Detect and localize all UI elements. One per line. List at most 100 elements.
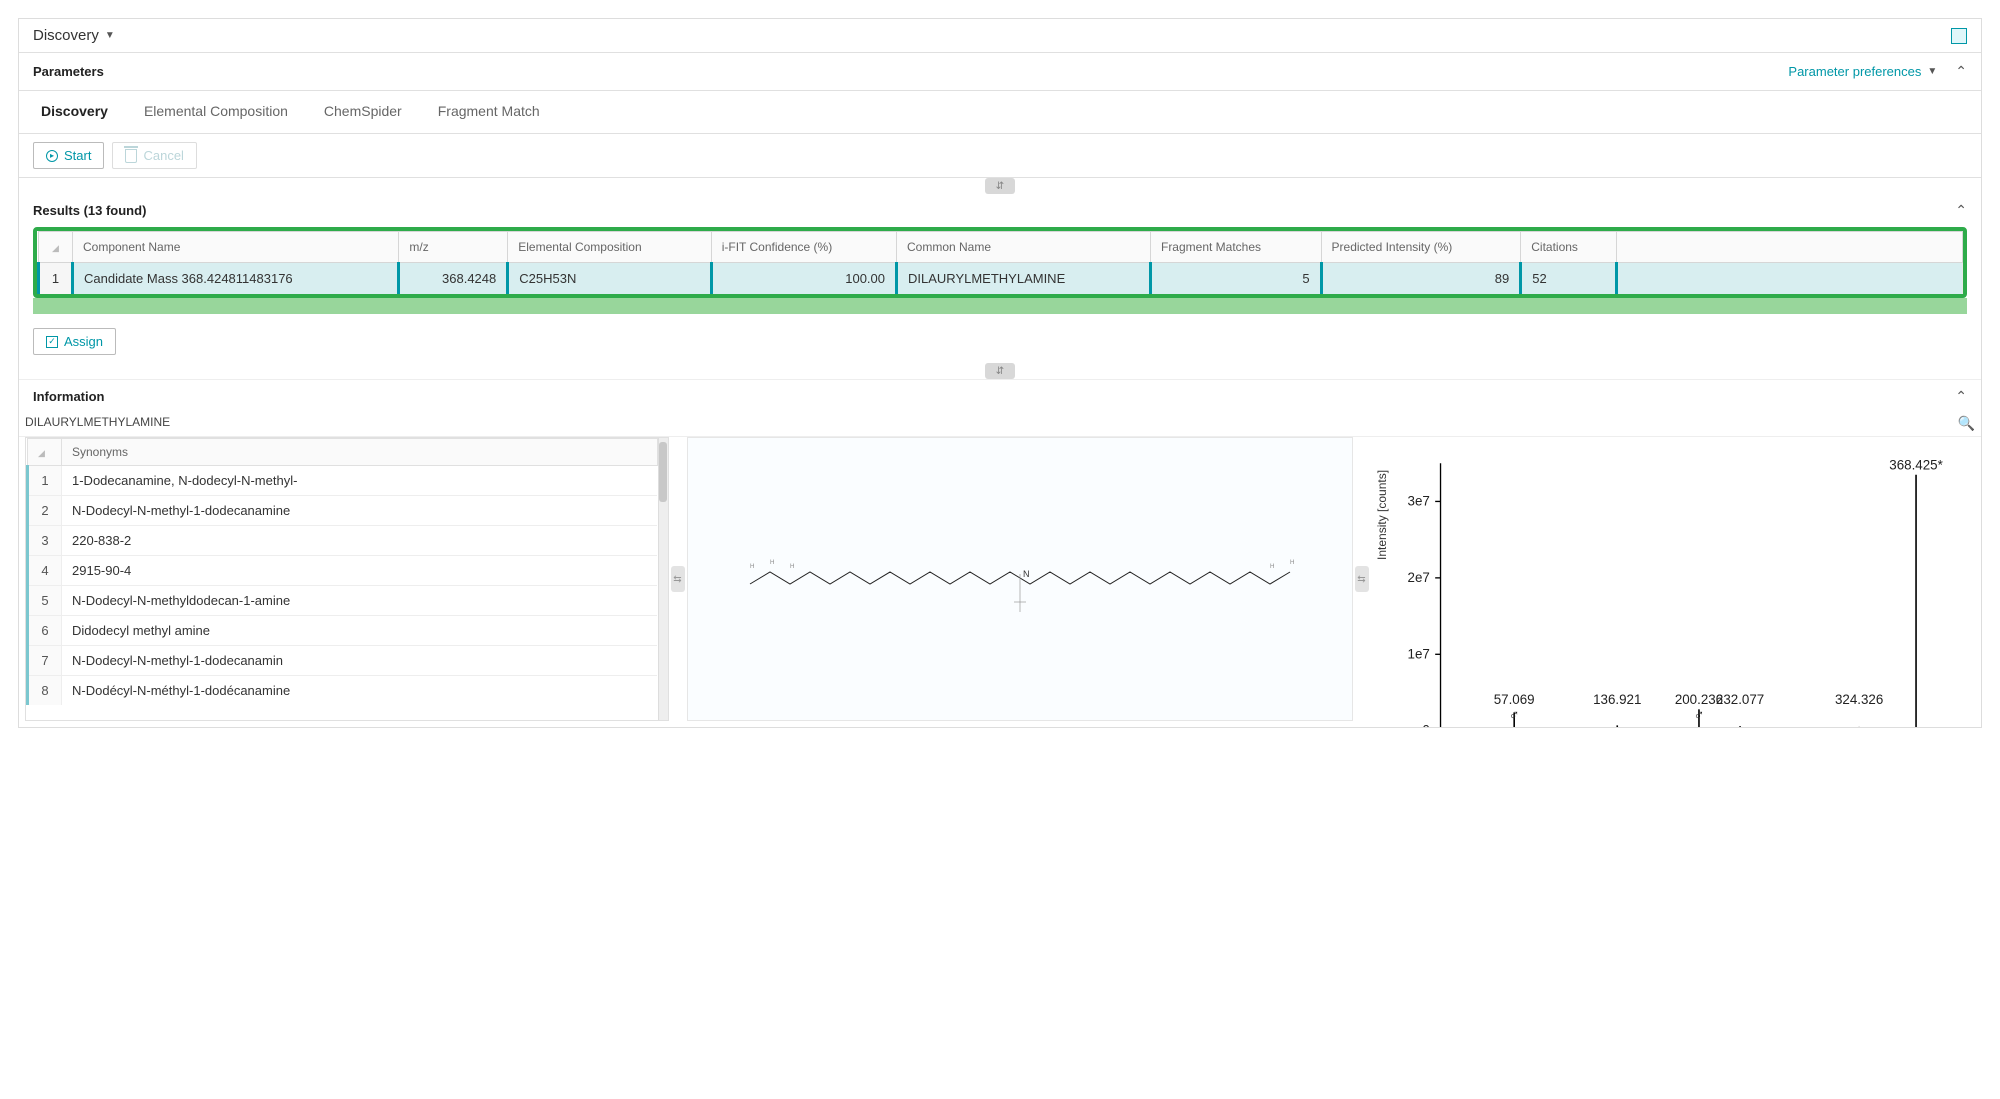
pane-splitter[interactable]: ⇆: [1353, 437, 1371, 721]
cell-pred: 89: [1321, 263, 1521, 295]
drag-handle-icon: ⇵: [985, 178, 1015, 194]
col-citations[interactable]: Citations: [1521, 232, 1616, 263]
app-window: Discovery ▼ Parameters Parameter prefere…: [18, 18, 1982, 728]
svg-text:57.069: 57.069: [1493, 692, 1534, 707]
svg-text:H: H: [750, 564, 754, 570]
svg-text:232.077: 232.077: [1715, 692, 1763, 707]
syn-col-name[interactable]: Synonyms: [62, 439, 658, 466]
list-item[interactable]: 11-Dodecanamine, N-dodecyl-N-methyl-: [28, 466, 658, 496]
tab-elemental-composition[interactable]: Elemental Composition: [126, 91, 306, 133]
table-row[interactable]: 1 Candidate Mass 368.424811483176 368.42…: [39, 263, 1963, 295]
list-item[interactable]: 2N-Dodecyl-N-methyl-1-dodecanamine: [28, 496, 658, 526]
svg-text:H: H: [790, 564, 794, 570]
svg-text:0: 0: [1422, 723, 1429, 727]
play-icon: ▸: [46, 150, 58, 162]
cancel-label: Cancel: [143, 148, 183, 163]
list-item[interactable]: 8N-Dodécyl-N-méthyl-1-dodécanamine: [28, 676, 658, 706]
start-label: Start: [64, 148, 91, 163]
grip-icon: ⇆: [671, 566, 685, 592]
synonyms-table: Synonyms 11-Dodecanamine, N-dodecyl-N-me…: [26, 438, 658, 705]
col-ifit[interactable]: i-FIT Confidence (%): [711, 232, 896, 263]
tab-bar: Discovery Elemental Composition ChemSpid…: [19, 91, 1981, 134]
assign-row: ✓ Assign: [19, 320, 1981, 363]
collapse-icon[interactable]: ⌃: [1955, 63, 1967, 80]
drag-handle-icon: ⇵: [985, 363, 1015, 379]
results-table-wrap: Component Name m/z Elemental Composition…: [19, 227, 1981, 320]
syn-text: N-Dodecyl-N-methyldodecan-1-amine: [62, 586, 658, 616]
svg-text:H: H: [770, 560, 774, 566]
col-common-name[interactable]: Common Name: [897, 232, 1151, 263]
information-bar: Information ⌃: [19, 379, 1981, 413]
list-item[interactable]: 7N-Dodecyl-N-methyl-1-dodecanamin: [28, 646, 658, 676]
list-item[interactable]: 42915-90-4: [28, 556, 658, 586]
cell-frag: 5: [1150, 263, 1321, 295]
cell-cite: 52: [1521, 263, 1616, 295]
collapse-icon[interactable]: ⌃: [1955, 388, 1967, 405]
syn-text: N-Dodecyl-N-methyl-1-dodecanamin: [62, 646, 658, 676]
svg-text:3e7: 3e7: [1407, 493, 1429, 508]
col-fragment-matches[interactable]: Fragment Matches: [1150, 232, 1321, 263]
spectrum-plot: Intensity [counts] 01e72e73e750100150200…: [1379, 443, 1968, 727]
row-index: 1: [39, 263, 73, 295]
caret-down-icon: ▼: [105, 30, 115, 41]
mode-label: Discovery: [33, 27, 99, 44]
svg-text:H: H: [1270, 564, 1274, 570]
tab-fragment-match[interactable]: Fragment Match: [420, 91, 558, 133]
tab-discovery[interactable]: Discovery: [23, 91, 126, 133]
synonyms-pane: Synonyms 11-Dodecanamine, N-dodecyl-N-me…: [25, 437, 669, 721]
results-heading: Results (13 found): [33, 203, 146, 218]
syn-idx: 7: [28, 646, 62, 676]
syn-idx: 6: [28, 616, 62, 646]
syn-text: 1-Dodecanamine, N-dodecyl-N-methyl-: [62, 466, 658, 496]
syn-col-index[interactable]: [28, 439, 62, 466]
col-index[interactable]: [39, 232, 73, 263]
svg-text:2e7: 2e7: [1407, 570, 1429, 585]
list-item[interactable]: 3220-838-2: [28, 526, 658, 556]
svg-text:N: N: [1023, 569, 1030, 579]
syn-text: N-Dodecyl-N-methyl-1-dodecanamine: [62, 496, 658, 526]
results-bar: Results (13 found) ⌃: [19, 194, 1981, 227]
spectrum-svg: 01e72e73e75010015020025030035057.069♂136…: [1379, 443, 1968, 727]
split-handle[interactable]: ⇵: [19, 178, 1981, 194]
list-item[interactable]: 6Didodecyl methyl amine: [28, 616, 658, 646]
panel-icon[interactable]: [1951, 28, 1967, 44]
scrollbar[interactable]: [658, 438, 668, 720]
parameters-bar: Parameters Parameter preferences ▼ ⌃: [19, 53, 1981, 91]
list-item[interactable]: 5N-Dodecyl-N-methyldodecan-1-amine: [28, 586, 658, 616]
svg-text:136.921: 136.921: [1593, 692, 1641, 707]
col-elemental[interactable]: Elemental Composition: [508, 232, 711, 263]
syn-idx: 4: [28, 556, 62, 586]
col-mz[interactable]: m/z: [399, 232, 508, 263]
svg-text:324.326: 324.326: [1834, 692, 1882, 707]
search-icon[interactable]: 🔍: [1958, 415, 1975, 432]
start-button[interactable]: ▸ Start: [33, 142, 104, 169]
tab-chemspider[interactable]: ChemSpider: [306, 91, 420, 133]
cell-elem: C25H53N: [508, 263, 711, 295]
cell-ifit: 100.00: [711, 263, 896, 295]
syn-idx: 2: [28, 496, 62, 526]
trash-icon: [125, 149, 137, 163]
svg-text:H: H: [1290, 560, 1294, 566]
col-component-name[interactable]: Component Name: [73, 232, 399, 263]
obscured-row: [33, 298, 1967, 314]
mode-dropdown[interactable]: Discovery ▼: [33, 27, 115, 44]
caret-down-icon: ▼: [1927, 66, 1937, 77]
syn-text: 220-838-2: [62, 526, 658, 556]
cell-mz: 368.4248: [399, 263, 508, 295]
pane-splitter[interactable]: ⇆: [669, 437, 687, 721]
collapse-icon[interactable]: ⌃: [1955, 202, 1967, 219]
grip-icon: ⇆: [1355, 566, 1369, 592]
parameter-preferences-label: Parameter preferences: [1788, 64, 1921, 79]
split-handle[interactable]: ⇵: [19, 363, 1981, 379]
structure-pane: H H H H H N: [687, 437, 1353, 721]
cancel-button[interactable]: Cancel: [112, 142, 196, 169]
syn-idx: 8: [28, 676, 62, 706]
parameter-preferences-link[interactable]: Parameter preferences ▼: [1788, 64, 1937, 79]
assign-button[interactable]: ✓ Assign: [33, 328, 116, 355]
cell-common: DILAURYLMETHYLAMINE: [897, 263, 1151, 295]
highlight-box: Component Name m/z Elemental Composition…: [33, 227, 1967, 298]
col-spacer: [1616, 232, 1962, 263]
col-predicted-intensity[interactable]: Predicted Intensity (%): [1321, 232, 1521, 263]
syn-idx: 3: [28, 526, 62, 556]
mode-bar: Discovery ▼: [19, 19, 1981, 53]
